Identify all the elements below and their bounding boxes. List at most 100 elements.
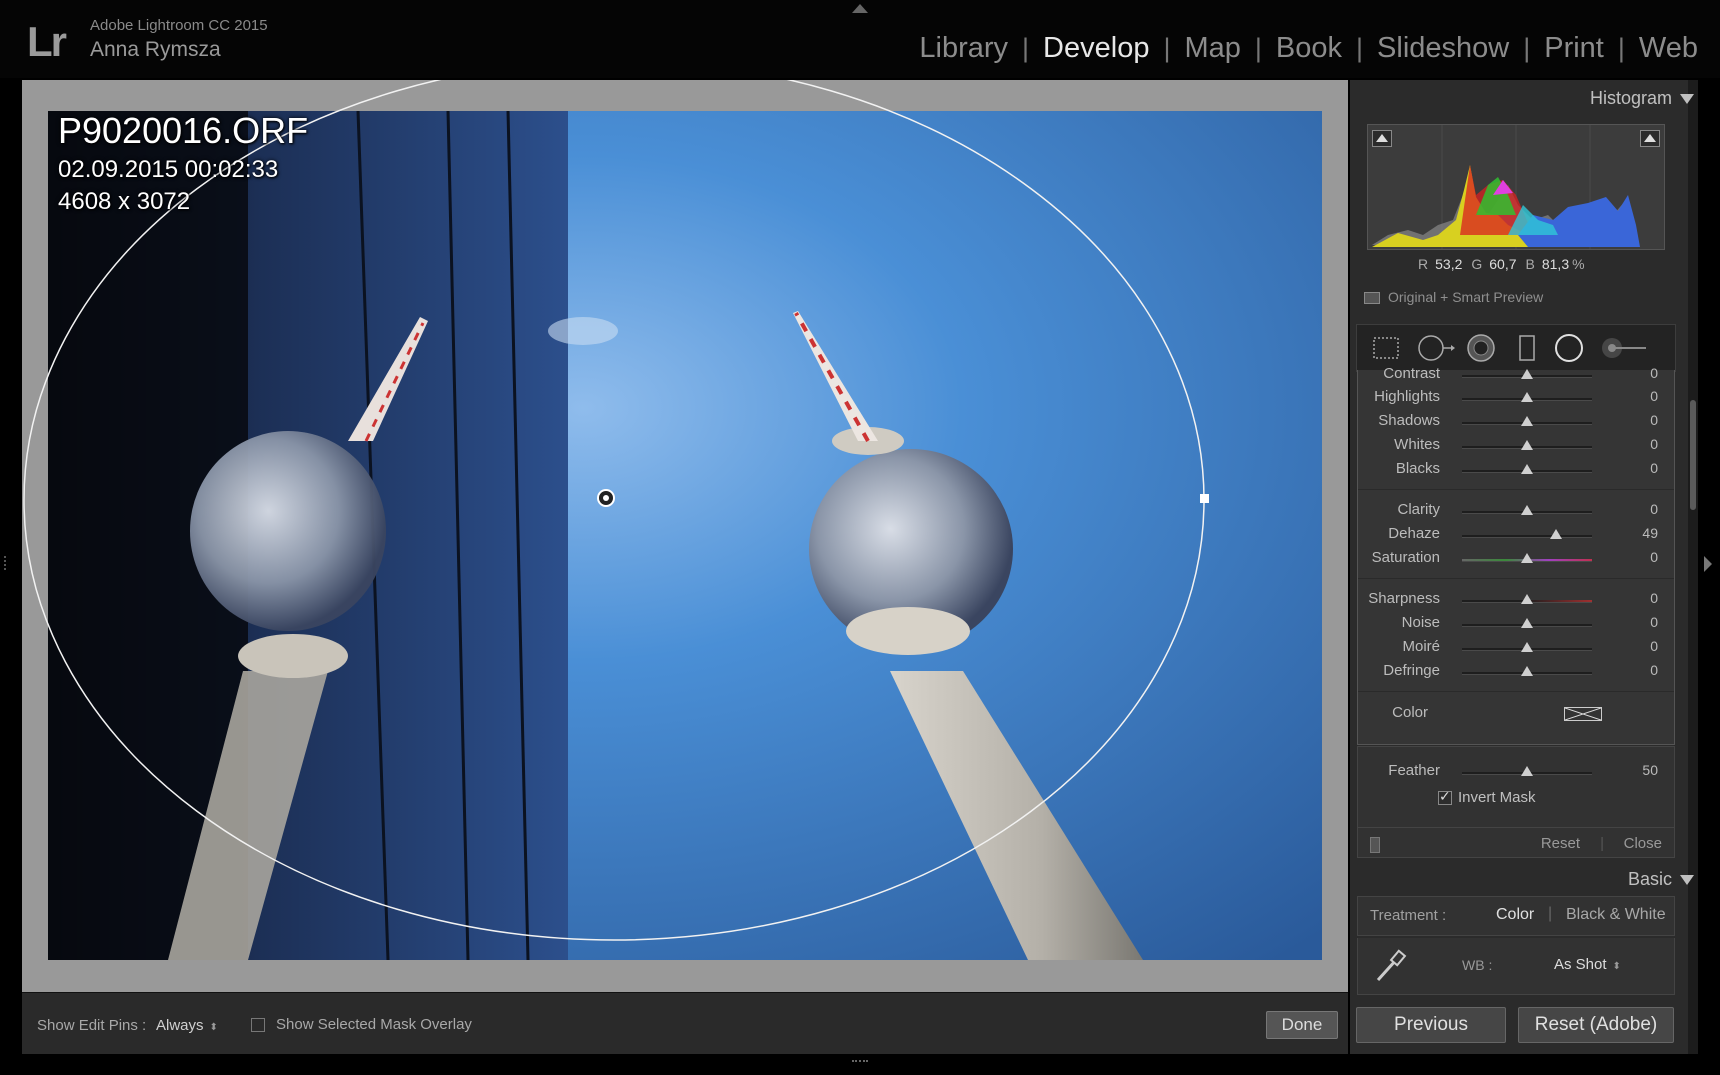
filmstrip-toggle-icon[interactable]	[852, 1060, 868, 1070]
sharpness-slider-thumb[interactable]	[1521, 594, 1533, 604]
eyedropper-icon[interactable]	[1372, 946, 1408, 986]
slider-row-contrast: Contrast 0	[1358, 364, 1674, 386]
noise-value[interactable]: 0	[1650, 614, 1658, 630]
mask-overlay-checkbox[interactable]	[251, 1018, 265, 1032]
slider-row-dehaze: Dehaze 49	[1358, 524, 1674, 546]
white-balance-row: WB : As Shot ⬍	[1357, 938, 1675, 995]
module-separator: |	[1617, 33, 1625, 63]
clarity-slider[interactable]	[1462, 505, 1592, 515]
defringe-slider[interactable]	[1462, 666, 1592, 676]
edit-pins-select[interactable]: Always ⬍	[156, 1017, 218, 1034]
image-canvas[interactable]	[22, 80, 1348, 992]
wb-select[interactable]: As Shot ⬍	[1554, 956, 1621, 973]
dehaze-slider-thumb[interactable]	[1549, 529, 1562, 539]
color-swatch[interactable]	[1564, 707, 1602, 721]
red-eye-icon[interactable]	[1466, 333, 1496, 363]
moire-slider-thumb[interactable]	[1521, 642, 1533, 652]
module-book[interactable]: Book	[1270, 32, 1348, 65]
contrast-slider[interactable]	[1462, 369, 1592, 379]
module-library[interactable]: Library	[913, 32, 1014, 65]
slider-row-shadows: Shadows 0	[1358, 411, 1674, 433]
photo-dimensions: 4608 x 3072	[58, 188, 191, 215]
defringe-value[interactable]: 0	[1650, 662, 1658, 678]
dehaze-value[interactable]: 49	[1642, 525, 1658, 541]
group-divider	[1358, 489, 1674, 490]
blacks-label: Blacks	[1395, 460, 1440, 477]
defringe-slider-thumb[interactable]	[1521, 666, 1533, 676]
whites-slider[interactable]	[1462, 440, 1592, 450]
module-slideshow[interactable]: Slideshow	[1371, 32, 1515, 65]
dehaze-slider[interactable]	[1462, 529, 1592, 539]
slider-row-sharpness: Sharpness 0	[1358, 589, 1674, 611]
blacks-value[interactable]: 0	[1650, 460, 1658, 476]
module-web[interactable]: Web	[1633, 32, 1704, 65]
highlights-value[interactable]: 0	[1650, 388, 1658, 404]
histogram[interactable]	[1367, 124, 1665, 250]
module-develop[interactable]: Develop	[1037, 32, 1155, 65]
left-panel-toggle-icon[interactable]	[4, 556, 14, 570]
invert-mask-label[interactable]: Invert Mask	[1458, 789, 1536, 806]
shadows-slider-thumb[interactable]	[1521, 416, 1533, 426]
adjustment-brush-icon[interactable]	[1600, 333, 1650, 363]
sharpness-value[interactable]: 0	[1650, 590, 1658, 606]
module-map[interactable]: Map	[1178, 32, 1246, 65]
feather-slider-thumb[interactable]	[1521, 766, 1533, 776]
saturation-label: Saturation	[1371, 549, 1440, 566]
highlights-slider-thumb[interactable]	[1521, 392, 1533, 402]
mask-overlay-label[interactable]: Show Selected Mask Overlay	[276, 1016, 472, 1033]
contrast-slider-thumb[interactable]	[1521, 369, 1533, 379]
highlight-clipping-icon[interactable]	[1640, 130, 1660, 147]
treatment-color-option[interactable]: Color	[1496, 906, 1534, 924]
noise-slider-thumb[interactable]	[1521, 618, 1533, 628]
right-panel-scrollbar[interactable]	[1688, 80, 1698, 1054]
b-label: B	[1525, 256, 1535, 272]
moire-slider[interactable]	[1462, 642, 1592, 652]
saturation-slider[interactable]	[1462, 553, 1592, 563]
module-print[interactable]: Print	[1538, 32, 1610, 65]
scrollbar-thumb[interactable]	[1690, 400, 1696, 510]
moire-value[interactable]: 0	[1650, 638, 1658, 654]
radial-filter-icon[interactable]	[1554, 333, 1584, 363]
treatment-bw-option[interactable]: Black & White	[1566, 906, 1666, 924]
noise-slider[interactable]	[1462, 618, 1592, 628]
treatment-label: Treatment :	[1370, 907, 1447, 924]
whites-slider-thumb[interactable]	[1521, 440, 1533, 450]
basic-panel-header[interactable]: Basic	[1628, 869, 1694, 890]
sharpness-slider[interactable]	[1462, 594, 1592, 604]
feather-value[interactable]: 50	[1642, 762, 1658, 778]
mask-close-button[interactable]: Close	[1624, 835, 1662, 852]
shadows-value[interactable]: 0	[1650, 412, 1658, 428]
radial-filter-overlay[interactable]	[22, 80, 1348, 992]
crop-overlay-icon[interactable]	[1371, 333, 1401, 363]
clarity-slider-thumb[interactable]	[1521, 505, 1533, 515]
whites-value[interactable]: 0	[1650, 436, 1658, 452]
clarity-value[interactable]: 0	[1650, 501, 1658, 517]
feather-slider[interactable]	[1462, 766, 1592, 776]
invert-mask-checkbox[interactable]	[1438, 788, 1452, 805]
saturation-value[interactable]: 0	[1650, 549, 1658, 565]
reset-adobe-button[interactable]: Reset (Adobe)	[1518, 1007, 1674, 1043]
highlights-slider[interactable]	[1462, 392, 1592, 402]
edit-pins-value: Always	[156, 1017, 204, 1034]
graduated-filter-icon[interactable]	[1512, 333, 1542, 363]
right-panel-toggle-icon[interactable]	[1704, 556, 1712, 572]
blacks-slider-thumb[interactable]	[1521, 464, 1533, 474]
whites-label: Whites	[1394, 436, 1440, 453]
mask-reset-button[interactable]: Reset	[1541, 835, 1580, 852]
blacks-slider[interactable]	[1462, 464, 1592, 474]
basic-title: Basic	[1627, 869, 1672, 889]
saturation-slider-thumb[interactable]	[1521, 553, 1533, 563]
shadow-clipping-icon[interactable]	[1372, 130, 1392, 147]
previous-button[interactable]: Previous	[1356, 1007, 1506, 1043]
shadows-slider[interactable]	[1462, 416, 1592, 426]
radial-filter-handle	[1200, 494, 1209, 503]
top-panel-toggle-icon[interactable]	[852, 4, 868, 13]
done-button[interactable]: Done	[1266, 1011, 1338, 1039]
contrast-value[interactable]: 0	[1650, 365, 1658, 381]
slider-row-highlights: Highlights 0	[1358, 387, 1674, 409]
mask-switch-icon[interactable]	[1370, 837, 1380, 853]
smart-preview-status[interactable]: Original + Smart Preview	[1364, 289, 1543, 305]
spot-removal-icon[interactable]	[1417, 333, 1457, 363]
histogram-header[interactable]: Histogram	[1590, 88, 1694, 109]
group-divider	[1358, 578, 1674, 579]
